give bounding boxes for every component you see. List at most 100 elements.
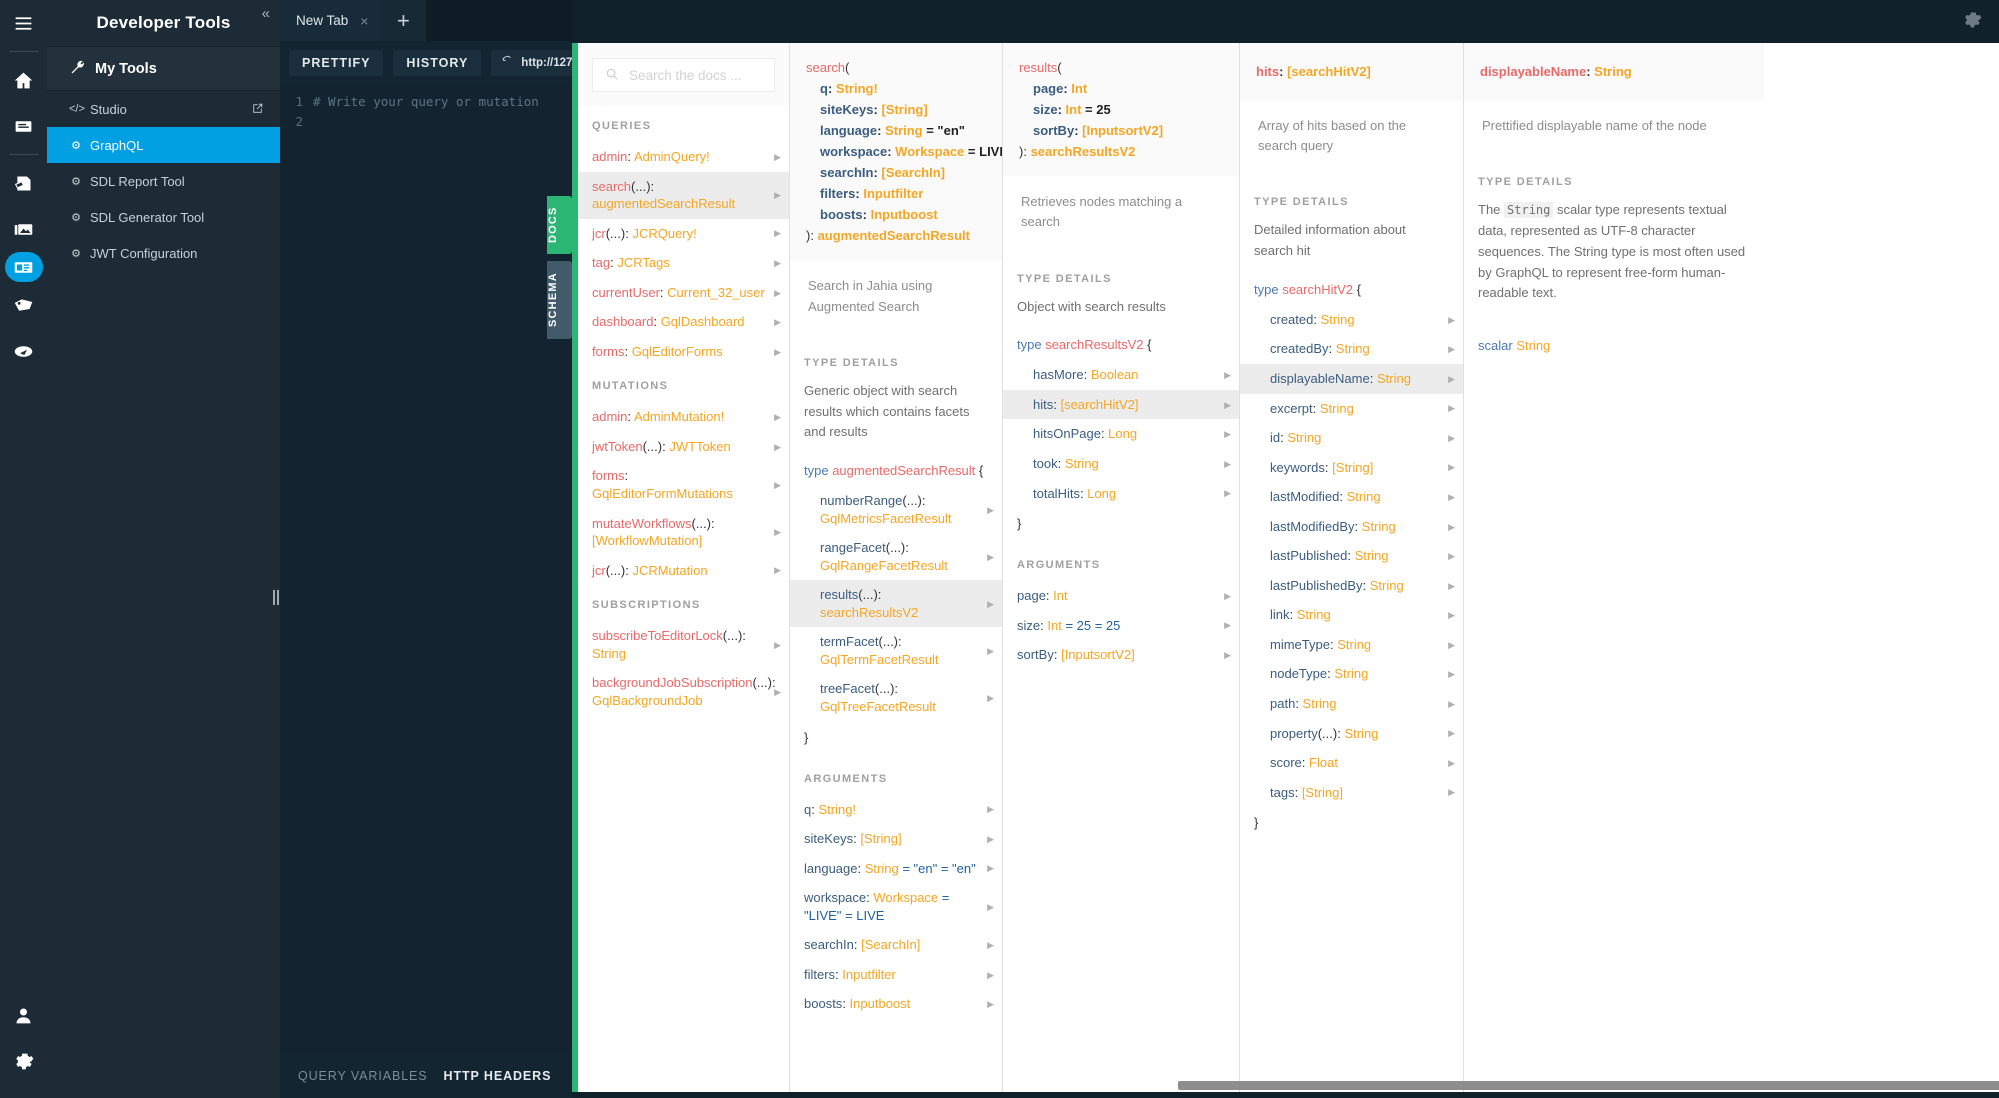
doc-field-admin[interactable]: admin: AdminQuery! ▶ bbox=[578, 142, 789, 172]
settings-button[interactable] bbox=[1962, 10, 1982, 33]
endpoint-url-chip[interactable]: http://127.0.0. bbox=[491, 49, 572, 76]
gear-icon[interactable] bbox=[0, 1038, 47, 1084]
doc-field-search[interactable]: search(...): augmentedSearchResult ▶ bbox=[578, 171, 789, 219]
doc-field-lastModified[interactable]: lastModified: String ▶ bbox=[1240, 482, 1463, 512]
doc-field-results[interactable]: results(...): searchResultsV2 ▶ bbox=[790, 580, 1002, 628]
doc-argument-filters[interactable]: filters: Inputfilter ▶ bbox=[790, 960, 1002, 990]
doc-field-totalHits[interactable]: totalHits: Long ▶ bbox=[1003, 479, 1239, 509]
doc-argument-language[interactable]: language: String = "en" = "en" ▶ bbox=[790, 854, 1002, 884]
arg-name: sortBy bbox=[1017, 647, 1054, 663]
doc-field-admin[interactable]: admin: AdminMutation! ▶ bbox=[578, 402, 789, 432]
horizontal-scrollbar[interactable] bbox=[1178, 1081, 1999, 1090]
doc-argument-boosts[interactable]: boosts: Inputboost ▶ bbox=[790, 989, 1002, 1019]
doc-argument-workspace[interactable]: workspace: Workspace = "LIVE" = LIVE ▶ bbox=[790, 883, 1002, 930]
chevron-right-icon: ▶ bbox=[774, 412, 781, 423]
field-type: GqlDashboard bbox=[660, 314, 745, 330]
field-type: String bbox=[1344, 725, 1379, 741]
search-input[interactable] bbox=[629, 67, 762, 83]
doc-field-numberRange[interactable]: numberRange(...): GqlMetricsFacetResult ▶ bbox=[790, 486, 1002, 533]
doc-field-property[interactable]: property(...): String ▶ bbox=[1240, 719, 1463, 749]
refresh-icon[interactable] bbox=[501, 55, 514, 71]
doc-field-excerpt[interactable]: excerpt: String ▶ bbox=[1240, 394, 1463, 424]
home-icon[interactable] bbox=[0, 57, 47, 103]
query-variables-tab[interactable]: QUERY VARIABLES bbox=[298, 1069, 428, 1083]
doc-field-lastPublished[interactable]: lastPublished: String ▶ bbox=[1240, 541, 1463, 571]
doc-field-tags[interactable]: tags: [String] ▶ bbox=[1240, 778, 1463, 808]
field-name: jcr bbox=[592, 562, 606, 578]
doc-field-forms[interactable]: forms: GqlEditorFormMutations ▶ bbox=[578, 461, 789, 508]
doc-field-jcr[interactable]: jcr(...): JCRMutation ▶ bbox=[578, 556, 789, 586]
doc-field-termFacet[interactable]: termFacet(...): GqlTermFacetResult ▶ bbox=[790, 627, 1002, 674]
content-edit-icon[interactable] bbox=[0, 160, 47, 206]
doc-field-displayableName[interactable]: displayableName: String ▶ bbox=[1240, 364, 1463, 394]
pane-drag-handle[interactable] bbox=[271, 584, 280, 610]
doc-field-rangeFacet[interactable]: rangeFacet(...): GqlRangeFacetResult ▶ bbox=[790, 533, 1002, 580]
chevron-right-icon: ▶ bbox=[774, 565, 781, 576]
query-editor[interactable]: 1 # Write your query or mutation 2 bbox=[272, 84, 572, 1014]
search-box[interactable] bbox=[592, 58, 775, 92]
http-headers-tab[interactable]: HTTP HEADERS bbox=[444, 1069, 552, 1083]
sidebar-item-graphql[interactable]: ⚙ GraphQL bbox=[47, 127, 280, 163]
history-button[interactable]: HISTORY bbox=[393, 49, 482, 76]
tab-schema[interactable]: SCHEMA bbox=[547, 261, 572, 339]
clipboard-icon[interactable] bbox=[0, 103, 47, 149]
doc-argument-sortBy[interactable]: sortBy: [InputsortV2] ▶ bbox=[1003, 640, 1239, 670]
tab-docs[interactable]: DOCS bbox=[547, 196, 572, 254]
sidebar-item-sdl-report-tool[interactable]: ⚙ SDL Report Tool bbox=[47, 163, 280, 199]
doc-field-hitsOnPage[interactable]: hitsOnPage: Long ▶ bbox=[1003, 419, 1239, 449]
add-tab-button[interactable]: + bbox=[380, 0, 427, 41]
doc-field-lastModifiedBy[interactable]: lastModifiedBy: String ▶ bbox=[1240, 512, 1463, 542]
doc-field-jcr[interactable]: jcr(...): JCRQuery! ▶ bbox=[578, 219, 789, 249]
tag-icon[interactable] bbox=[0, 282, 47, 328]
prettify-button[interactable]: PRETTIFY bbox=[289, 49, 384, 76]
doc-field-link[interactable]: link: String ▶ bbox=[1240, 600, 1463, 630]
sidebar-item-sdl-generator-tool[interactable]: ⚙ SDL Generator Tool bbox=[47, 199, 280, 235]
external-link-icon[interactable] bbox=[251, 102, 264, 118]
arg-colon: : bbox=[1074, 123, 1083, 139]
field-args: (...) bbox=[691, 515, 711, 531]
doc-field-score[interactable]: score: Float ▶ bbox=[1240, 748, 1463, 778]
close-icon[interactable]: × bbox=[360, 13, 368, 29]
doc-field-took[interactable]: took: String ▶ bbox=[1003, 449, 1239, 479]
field-name: nodeType bbox=[1270, 666, 1328, 682]
sidebar-item-studio[interactable]: </> Studio bbox=[47, 91, 280, 127]
doc-field-mimeType[interactable]: mimeType: String ▶ bbox=[1240, 630, 1463, 660]
collapse-sidebar-button[interactable]: « bbox=[262, 6, 270, 21]
doc-argument-searchIn[interactable]: searchIn: [SearchIn] ▶ bbox=[790, 930, 1002, 960]
compass-icon[interactable] bbox=[0, 328, 47, 374]
doc-field-createdBy[interactable]: createdBy: String ▶ bbox=[1240, 334, 1463, 364]
media-icon[interactable] bbox=[0, 206, 47, 252]
doc-field-treeFacet[interactable]: treeFacet(...): GqlTreeFacetResult ▶ bbox=[790, 674, 1002, 721]
signature-arg-sortBy: sortBy: [InputsortV2] bbox=[1019, 120, 1225, 141]
doc-argument-size[interactable]: size: Int = 25 = 25 ▶ bbox=[1003, 611, 1239, 641]
doc-argument-siteKeys[interactable]: siteKeys: [String] ▶ bbox=[790, 824, 1002, 854]
doc-section-title: SUBSCRIPTIONS bbox=[592, 599, 701, 612]
dashboard-icon[interactable] bbox=[4, 252, 43, 282]
doc-field-created[interactable]: created: String ▶ bbox=[1240, 305, 1463, 335]
chevron-right-icon: ▶ bbox=[1448, 757, 1455, 768]
chevron-right-icon: ▶ bbox=[1448, 491, 1455, 502]
menu-icon[interactable] bbox=[0, 0, 47, 46]
doc-field-mutateWorkflows[interactable]: mutateWorkflows(...): [WorkflowMutation]… bbox=[578, 509, 789, 556]
person-icon[interactable] bbox=[0, 992, 47, 1038]
doc-argument-q[interactable]: q: String! ▶ bbox=[790, 795, 1002, 825]
doc-field-id[interactable]: id: String ▶ bbox=[1240, 423, 1463, 453]
doc-field-hits[interactable]: hits: [searchHitV2] ▶ bbox=[1003, 389, 1239, 420]
doc-field-jwtToken[interactable]: jwtToken(...): JWTToken ▶ bbox=[578, 432, 789, 462]
doc-field-forms[interactable]: forms: GqlEditorForms ▶ bbox=[578, 337, 789, 367]
doc-field-keywords[interactable]: keywords: [String] ▶ bbox=[1240, 453, 1463, 483]
doc-field-lastPublishedBy[interactable]: lastPublishedBy: String ▶ bbox=[1240, 571, 1463, 601]
doc-column-search: search( q: String! siteKeys: [String] lang… bbox=[790, 43, 1003, 1092]
doc-field-dashboard[interactable]: dashboard: GqlDashboard ▶ bbox=[578, 307, 789, 337]
sidebar-item-jwt-configuration[interactable]: ⚙ JWT Configuration bbox=[47, 235, 280, 271]
doc-field-path[interactable]: path: String ▶ bbox=[1240, 689, 1463, 719]
chevron-right-icon: ▶ bbox=[774, 257, 781, 268]
tab-new-tab[interactable]: New Tab × bbox=[280, 0, 381, 41]
doc-field-currentUser[interactable]: currentUser: Current_32_user ▶ bbox=[578, 278, 789, 308]
doc-field-backgroundJobSubscription[interactable]: backgroundJobSubscription(...): GqlBackg… bbox=[578, 668, 789, 715]
doc-argument-page[interactable]: page: Int ▶ bbox=[1003, 581, 1239, 611]
doc-field-tag[interactable]: tag: JCRTags ▶ bbox=[578, 248, 789, 278]
doc-field-subscribeToEditorLock[interactable]: subscribeToEditorLock(...): String ▶ bbox=[578, 621, 789, 668]
doc-field-hasMore[interactable]: hasMore: Boolean ▶ bbox=[1003, 360, 1239, 390]
doc-field-nodeType[interactable]: nodeType: String ▶ bbox=[1240, 659, 1463, 689]
